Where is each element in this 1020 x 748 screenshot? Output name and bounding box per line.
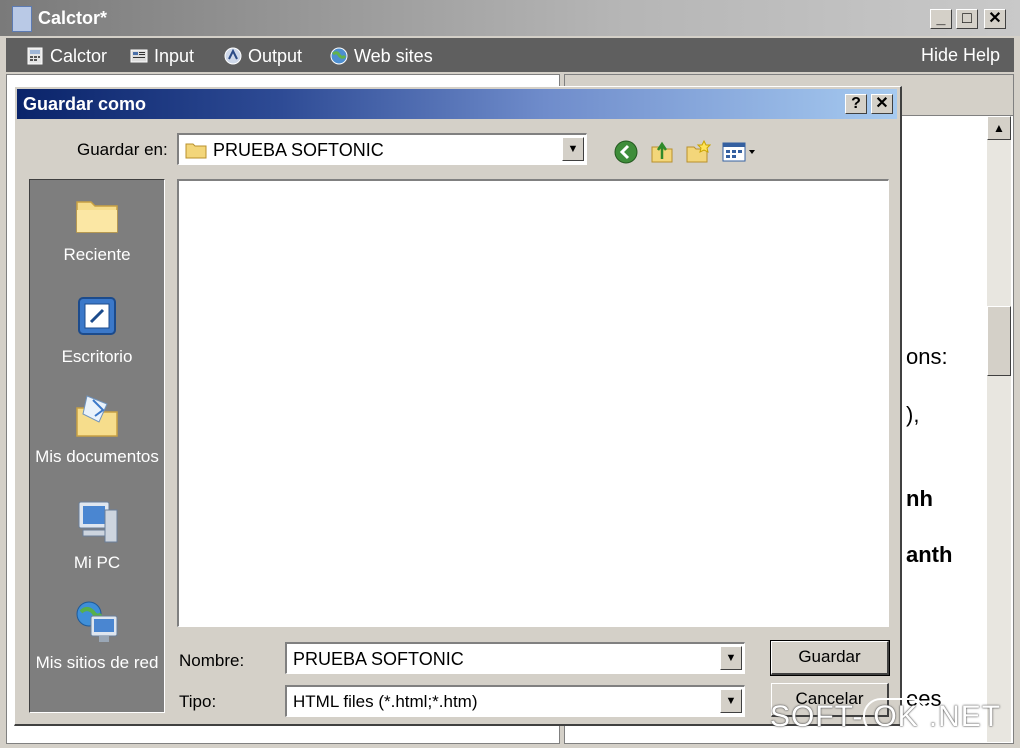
menu-web-sites-label: Web sites [354, 46, 433, 66]
scroll-thumb[interactable] [987, 306, 1011, 376]
chevron-down-icon[interactable]: ▼ [720, 689, 742, 713]
place-desktop[interactable]: Escritorio [30, 292, 164, 367]
filename-input[interactable]: PRUEBA SOFTONIC ▼ [285, 642, 745, 674]
view-menu-icon[interactable] [721, 139, 761, 165]
file-list-area[interactable] [177, 179, 889, 627]
save-as-dialog: Guardar como ? ✕ Guardar en: PRUEBA SOFT… [14, 86, 902, 726]
place-network-label: Mis sitios de red [35, 653, 159, 672]
menu-input[interactable]: Input [130, 45, 194, 67]
globe-icon [330, 47, 348, 65]
back-icon[interactable] [613, 139, 639, 165]
filetype-label: Tipo: [179, 692, 217, 711]
save-in-value: PRUEBA SOFTONIC [213, 140, 384, 160]
network-places-icon [76, 601, 118, 642]
watermark-ok: OK [863, 698, 929, 735]
dialog-titlebar[interactable]: Guardar como ? ✕ [17, 89, 897, 119]
place-desktop-label: Escritorio [61, 347, 133, 366]
dialog-close-button[interactable]: ✕ [871, 94, 893, 114]
desktop-icon [78, 297, 116, 335]
close-button[interactable]: ✕ [984, 9, 1006, 29]
recent-folder-icon [76, 201, 118, 233]
menu-input-label: Input [154, 46, 195, 66]
place-my-documents[interactable]: Mis documentos [30, 392, 164, 467]
help-scrollbar[interactable]: ▲ [987, 116, 1011, 742]
menu-calctor-label: Calctor [50, 46, 108, 66]
my-computer-icon [78, 501, 118, 543]
keyboard-icon [130, 49, 148, 63]
dialog-title: Guardar como [23, 94, 147, 114]
up-folder-icon[interactable] [649, 139, 675, 165]
filename-value: PRUEBA SOFTONIC [293, 649, 464, 669]
help-text-fragment: ), [906, 402, 920, 427]
place-my-computer[interactable]: Mi PC [30, 498, 164, 573]
my-documents-icon [76, 395, 118, 437]
watermark: SOFT- OK .NET [770, 698, 1002, 735]
chevron-down-icon[interactable]: ▼ [720, 646, 742, 670]
maximize-button[interactable]: □ [956, 9, 978, 29]
save-in-dropdown[interactable]: PRUEBA SOFTONIC ▼ [177, 133, 587, 165]
app-icon [12, 6, 32, 32]
menu-output-label: Output [248, 46, 303, 66]
save-button[interactable]: Guardar [770, 640, 890, 676]
place-network[interactable]: Mis sitios de red [30, 598, 164, 673]
place-my-documents-label: Mis documentos [35, 447, 159, 466]
hide-help-link[interactable]: Hide Help [921, 45, 1000, 66]
watermark-left: SOFT- [770, 700, 864, 733]
places-bar: Reciente Escritorio Mis documentos Mi PC… [29, 179, 165, 713]
filetype-dropdown[interactable]: HTML files (*.html;*.htm) ▼ [285, 685, 745, 717]
menu-web-sites[interactable]: Web sites [330, 45, 433, 67]
dialog-help-button[interactable]: ? [845, 94, 867, 114]
new-folder-icon[interactable] [685, 139, 711, 165]
watermark-right: .NET [928, 700, 1002, 733]
menu-output[interactable]: Output [224, 45, 302, 67]
place-recent-label: Reciente [63, 245, 131, 264]
filetype-value: HTML files (*.html;*.htm) [293, 692, 478, 711]
app-title: Calctor* [38, 8, 108, 28]
scroll-up-button[interactable]: ▲ [987, 116, 1011, 140]
calculator-icon [27, 47, 43, 65]
chevron-down-icon[interactable]: ▼ [562, 137, 584, 161]
filename-label: Nombre: [179, 651, 245, 670]
app-titlebar[interactable]: Calctor* _ □ ✕ [0, 0, 1020, 36]
save-in-label: Guardar en: [77, 140, 168, 159]
help-text-fragment: ons: [906, 344, 948, 369]
output-icon [224, 47, 242, 65]
menu-bar: Calctor Input Output Web sites Hide Help [6, 38, 1014, 72]
help-text-fragment: nh [906, 486, 933, 511]
place-recent[interactable]: Reciente [30, 190, 164, 265]
help-text-fragment: anth [906, 542, 953, 567]
place-my-computer-label: Mi PC [73, 553, 121, 572]
minimize-button[interactable]: _ [930, 9, 952, 29]
folder-icon [185, 143, 207, 159]
menu-calctor[interactable]: Calctor [26, 45, 107, 67]
